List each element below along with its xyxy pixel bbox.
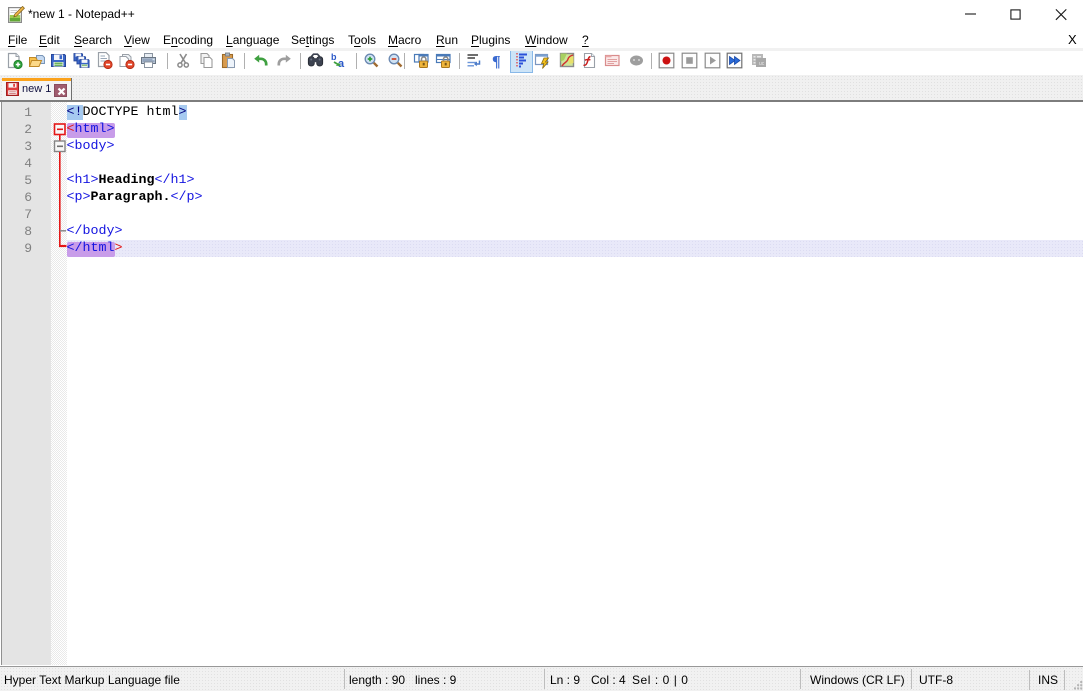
svg-text:¶: ¶ xyxy=(492,54,501,70)
svg-text:b: b xyxy=(331,52,337,62)
svg-text:uc: uc xyxy=(759,61,765,67)
